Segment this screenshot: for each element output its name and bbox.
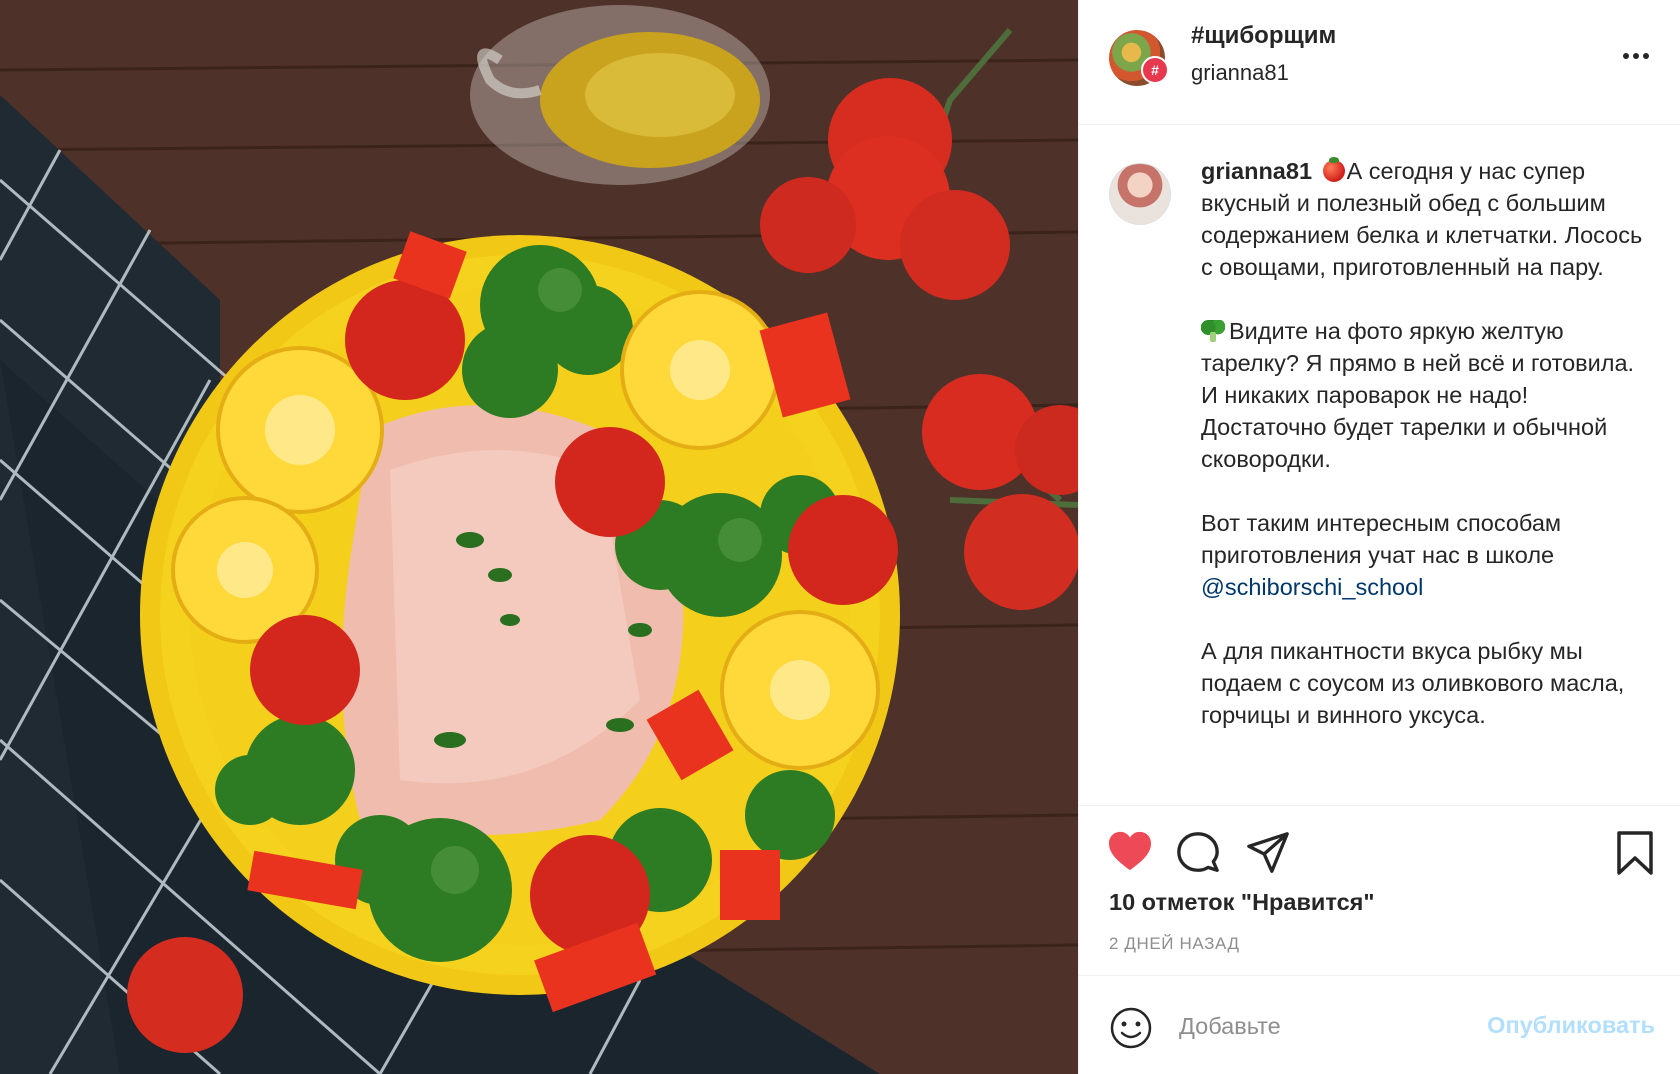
broccoli-emoji-icon bbox=[1201, 320, 1227, 342]
dot bbox=[1643, 53, 1649, 59]
post-actions: 10 отметок "Нравится" 2 ДНЕЙ НАЗАД bbox=[1079, 805, 1680, 975]
caption-paragraph-2: Видите на фото яркую желтую тарелку? Я п… bbox=[1201, 315, 1651, 475]
comment-box: Опубликовать bbox=[1079, 975, 1680, 1074]
comment-icon[interactable] bbox=[1175, 830, 1221, 876]
caption-paragraph-1: grianna81 А сегодня у нас супер вкусный … bbox=[1201, 155, 1651, 283]
dot bbox=[1633, 53, 1639, 59]
heart-icon[interactable] bbox=[1107, 830, 1153, 872]
caption-text: grianna81 А сегодня у нас супер вкусный … bbox=[1201, 155, 1651, 763]
publish-button[interactable]: Опубликовать bbox=[1487, 1012, 1655, 1039]
author-avatar[interactable] bbox=[1109, 163, 1171, 225]
share-icon[interactable] bbox=[1245, 830, 1291, 876]
caption-paragraph-4: А для пикантности вкуса рыбку мы подаем … bbox=[1201, 635, 1651, 731]
post-timestamp[interactable]: 2 ДНЕЙ НАЗАД bbox=[1109, 934, 1240, 954]
post-side-panel: # #щиборщим grianna81 grianna81 А сегодн… bbox=[1078, 0, 1680, 1074]
caption-username[interactable]: grianna81 bbox=[1201, 158, 1312, 184]
caption-p2: Видите на фото яркую желтую тарелку? Я п… bbox=[1201, 318, 1635, 472]
emoji-icon[interactable] bbox=[1109, 1006, 1153, 1050]
likes-count[interactable]: 10 отметок "Нравится" bbox=[1109, 889, 1375, 916]
dot bbox=[1623, 53, 1629, 59]
post-header: # #щиборщим grianna81 bbox=[1079, 0, 1680, 125]
caption-area: grianna81 А сегодня у нас супер вкусный … bbox=[1079, 125, 1680, 805]
hashtag-avatar-icon: # bbox=[1141, 56, 1169, 84]
caption-mention-link[interactable]: @schiborschi_school bbox=[1201, 574, 1423, 600]
caption-p3: Вот таким интересным способам приготовле… bbox=[1201, 510, 1562, 568]
post-photo-image bbox=[0, 0, 1078, 1074]
hashtag-avatar[interactable]: # bbox=[1109, 30, 1169, 86]
bookmark-icon[interactable] bbox=[1615, 830, 1655, 876]
caption-paragraph-3: Вот таким интересным способам приготовле… bbox=[1201, 507, 1651, 603]
post-photo[interactable] bbox=[0, 0, 1078, 1074]
tomato-emoji-icon bbox=[1322, 157, 1345, 182]
more-options-icon[interactable] bbox=[1621, 46, 1651, 66]
caption-p4: А для пикантности вкуса рыбку мы подаем … bbox=[1201, 638, 1625, 728]
comment-input[interactable] bbox=[1179, 1006, 1479, 1046]
hashtag-title[interactable]: #щиборщим bbox=[1191, 22, 1336, 50]
header-username[interactable]: grianna81 bbox=[1191, 60, 1289, 86]
